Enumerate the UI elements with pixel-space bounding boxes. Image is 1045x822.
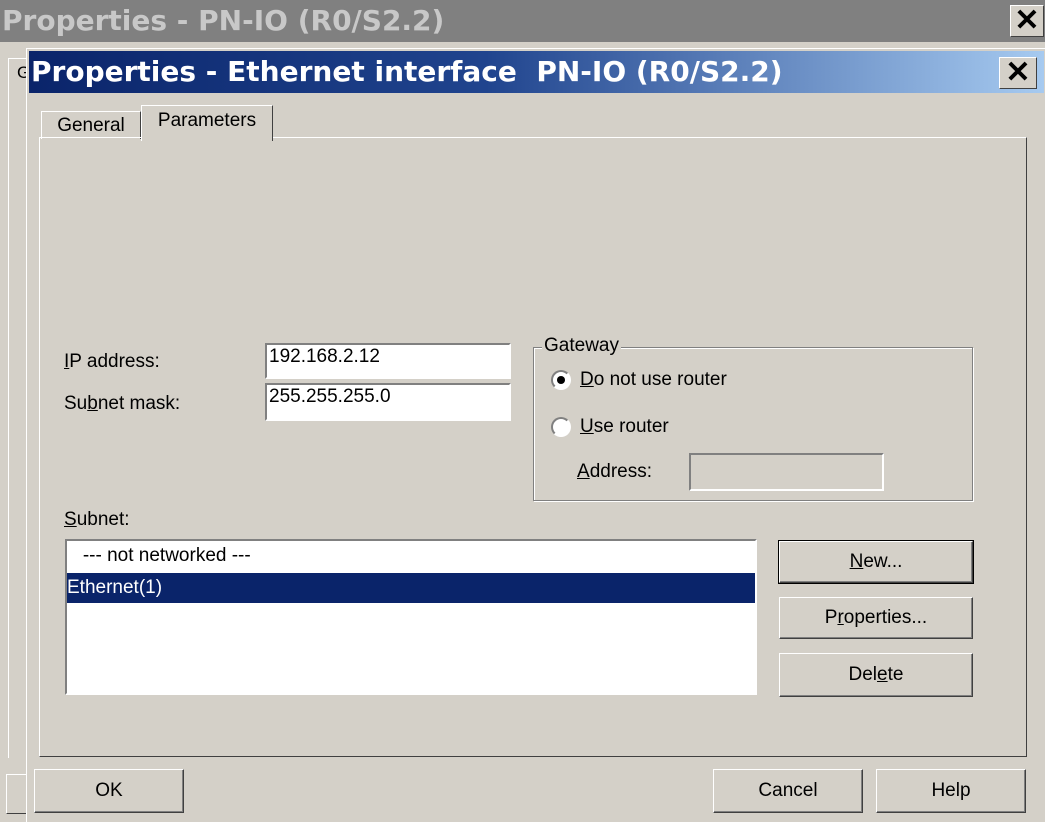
subnet-properties-button[interactable]: Properties... — [779, 597, 973, 639]
router-address-label: Address: — [577, 461, 652, 482]
background-window-title: Properties - PN-IO (R0/S2.2) — [2, 4, 445, 37]
close-button[interactable]: ✕ — [999, 56, 1037, 89]
background-tab-fragment: G — [8, 58, 30, 758]
subnet-mask-input[interactable]: 255.255.255.0 — [265, 383, 511, 421]
delete-subnet-button[interactable]: Delete — [779, 653, 973, 697]
cancel-button[interactable]: Cancel — [713, 769, 863, 813]
background-title-bar: Properties - PN-IO (R0/S2.2) ✕ — [0, 0, 1045, 42]
tab-parameters[interactable]: Parameters — [141, 105, 273, 141]
ip-address-label: IP address: — [64, 351, 160, 372]
dialog-title: Properties - Ethernet interface PN-IO (R… — [31, 55, 783, 88]
use-router-label[interactable]: Use router — [580, 416, 669, 438]
close-icon: ✕ — [1014, 4, 1040, 37]
radio-selected-dot — [557, 376, 565, 384]
do-not-use-router-radio[interactable] — [551, 370, 571, 390]
background-button-fragment — [6, 774, 26, 814]
ok-button[interactable]: OK — [34, 769, 184, 813]
background-close-button[interactable]: ✕ — [1010, 4, 1044, 37]
gateway-legend: Gateway — [542, 335, 621, 357]
subnet-label: Subnet: — [64, 509, 130, 530]
tab-general[interactable]: General — [41, 111, 141, 139]
new-subnet-button[interactable]: New... — [778, 540, 974, 584]
close-icon: ✕ — [1005, 56, 1031, 89]
subnet-mask-label: Subnet mask: — [64, 393, 181, 414]
use-router-radio[interactable] — [551, 417, 571, 437]
dialog-title-bar[interactable]: Properties - Ethernet interface PN-IO (R… — [29, 51, 1044, 93]
ethernet-properties-dialog: Properties - Ethernet interface PN-IO (R… — [26, 48, 1045, 822]
ip-address-input[interactable]: 192.168.2.12 — [265, 343, 511, 379]
do-not-use-router-label[interactable]: Do not use router — [580, 369, 727, 391]
list-item[interactable]: Ethernet(1) — [67, 573, 755, 603]
router-address-input[interactable] — [689, 453, 884, 491]
help-button[interactable]: Help — [876, 769, 1026, 813]
list-item[interactable]: --- not networked --- — [67, 541, 755, 571]
subnet-list[interactable]: --- not networked --- Ethernet(1) — [65, 539, 757, 695]
